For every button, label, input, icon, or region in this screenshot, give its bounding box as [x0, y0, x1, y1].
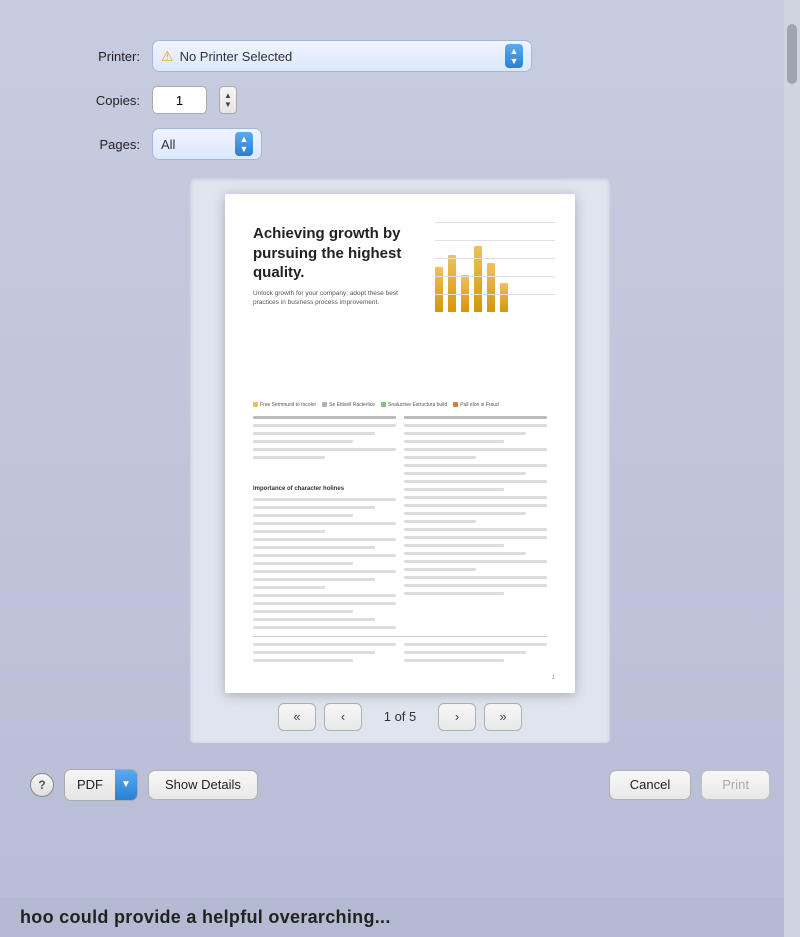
stepper-up-icon: ▲	[224, 92, 232, 100]
legend-dot	[453, 402, 458, 407]
pdf-button-group: PDF ▼	[64, 769, 138, 801]
preview-legend: Free Semmunit to Incolor Se Ettisell Rac…	[253, 402, 547, 408]
printer-row: Printer: ⚠ No Printer Selected ▲ ▼	[70, 40, 730, 72]
chart-bar	[500, 283, 508, 312]
pages-row: Pages: All ▲ ▼	[70, 128, 730, 160]
pages-value: All	[161, 137, 235, 152]
preview-col-left-2	[253, 643, 396, 663]
page-number: 1	[552, 675, 555, 681]
copies-label: Copies:	[70, 93, 140, 108]
preview-body: Importance of character holines	[253, 416, 547, 630]
chart-bar	[474, 246, 482, 312]
pages-arrows[interactable]: ▲ ▼	[235, 132, 253, 156]
chart-bar	[487, 263, 495, 312]
copies-stepper[interactable]: ▲ ▼	[219, 86, 237, 114]
legend-item: Pall elon si Fraud	[453, 402, 499, 408]
chart-bar	[448, 255, 456, 312]
bottom-buttons: ? PDF ▼ Show Details Cancel Print	[10, 769, 790, 801]
preview-col-left: Importance of character holines	[253, 416, 396, 630]
preview-container: Achieving growth by pursuing the highest…	[190, 178, 610, 743]
pages-dropdown[interactable]: All ▲ ▼	[152, 128, 262, 160]
bottom-text-bar: hoo could provide a helpful overarching.…	[0, 897, 784, 937]
stepper-down-icon: ▼	[224, 101, 232, 109]
page-indicator: 1 of 5	[370, 709, 430, 724]
printer-dropdown[interactable]: ⚠ No Printer Selected ▲ ▼	[152, 40, 532, 72]
pages-label: Pages:	[70, 137, 140, 152]
chart-area	[435, 222, 555, 312]
chart-bar	[435, 267, 443, 312]
print-dialog: Printer: ⚠ No Printer Selected ▲ ▼ Copie…	[10, 20, 790, 801]
help-button[interactable]: ?	[30, 773, 54, 797]
legend-dot	[322, 402, 327, 407]
printer-value: No Printer Selected	[180, 49, 505, 64]
form-area: Printer: ⚠ No Printer Selected ▲ ▼ Copie…	[10, 20, 790, 170]
cancel-button[interactable]: Cancel	[609, 770, 691, 800]
preview-subtitle: Unlock growth for your company; adopt th…	[253, 289, 415, 307]
copies-row: Copies: ▲ ▼	[70, 86, 730, 114]
legend-item: Free Semmunit to Incolor	[253, 402, 316, 408]
prev-page-button[interactable]: ‹	[324, 703, 362, 731]
warning-icon: ⚠	[161, 48, 174, 65]
scroll-thumb[interactable]	[787, 24, 797, 84]
legend-dot	[253, 402, 258, 407]
first-page-button[interactable]: «	[278, 703, 316, 731]
next-page-button[interactable]: ›	[438, 703, 476, 731]
legend-item: Snaluctive Estructura build	[381, 402, 447, 408]
copies-input[interactable]	[152, 86, 207, 114]
legend-dot	[381, 402, 386, 407]
scrollbar[interactable]	[784, 0, 800, 937]
bottom-text-content: hoo could provide a helpful overarching.…	[20, 907, 391, 928]
page-navigation: « ‹ 1 of 5 › »	[278, 703, 522, 731]
preview-body-2	[253, 643, 547, 663]
divider	[253, 636, 547, 637]
pdf-button[interactable]: PDF	[65, 770, 115, 800]
chart-bars	[435, 222, 555, 312]
preview-title: Achieving growth by pursuing the highest…	[253, 224, 415, 283]
printer-arrows[interactable]: ▲ ▼	[505, 44, 523, 68]
preview-col-right-2	[404, 643, 547, 663]
page-preview: Achieving growth by pursuing the highest…	[225, 194, 575, 693]
printer-label: Printer:	[70, 49, 140, 64]
legend-item: Se Ettisell Racterlice	[322, 402, 375, 408]
preview-col-right	[404, 416, 547, 630]
show-details-button[interactable]: Show Details	[148, 770, 258, 800]
pdf-dropdown-arrow[interactable]: ▼	[115, 770, 137, 800]
print-button[interactable]: Print	[701, 770, 770, 800]
last-page-button[interactable]: »	[484, 703, 522, 731]
